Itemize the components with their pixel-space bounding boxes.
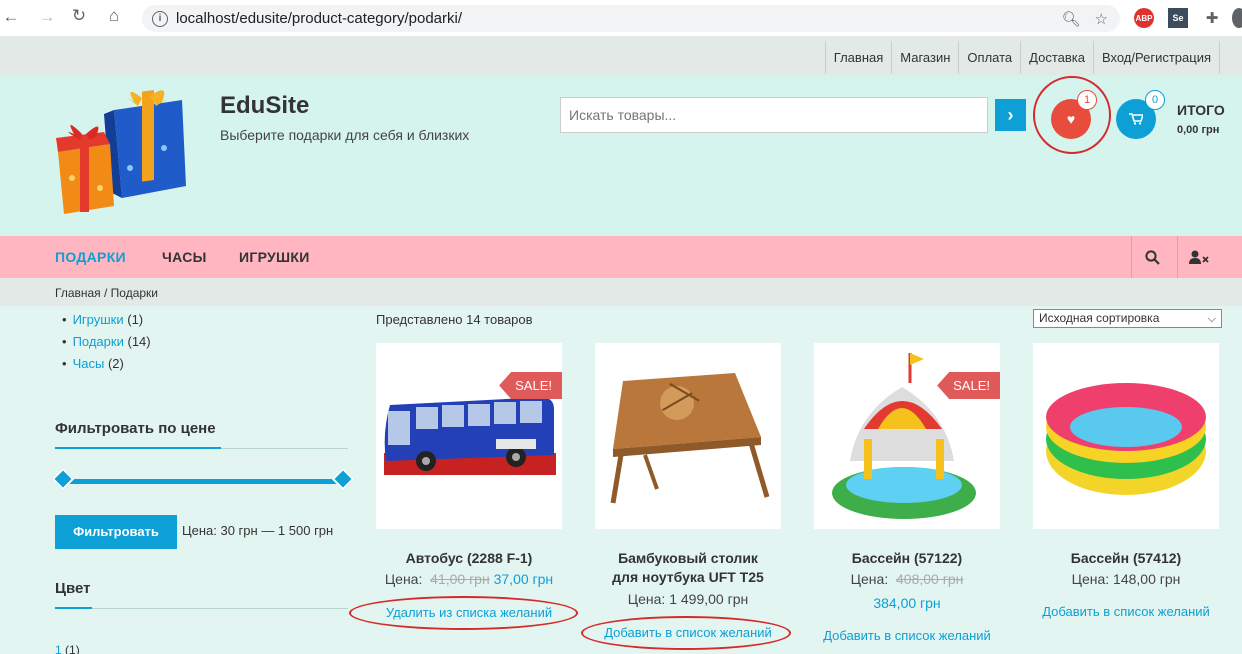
product-title[interactable]: Бассейн (57122) bbox=[797, 549, 1017, 568]
site-description: Выберите подарки для себя и близких bbox=[220, 127, 470, 143]
list-item: Часы (2) bbox=[62, 355, 151, 377]
nav-toys[interactable]: ИГРУШКИ bbox=[239, 249, 310, 265]
forward-icon[interactable]: → bbox=[36, 7, 58, 27]
address-bar[interactable]: i localhost/edusite/product-category/pod… bbox=[142, 5, 1120, 32]
product-image-bus[interactable]: SALE! bbox=[376, 343, 562, 529]
annotation-oval-add bbox=[581, 616, 791, 650]
sort-selected-value: Исходная сортировка bbox=[1039, 311, 1160, 325]
sale-price: 384,00 грн bbox=[873, 595, 941, 611]
filter-button[interactable]: Фильтровать bbox=[55, 515, 177, 549]
list-item: Игрушки (1) bbox=[62, 311, 151, 333]
product-search-input[interactable] bbox=[560, 97, 988, 133]
breadcrumb[interactable]: Главная / Подарки bbox=[55, 286, 158, 300]
price-filter-title: Фильтровать по цене bbox=[55, 420, 216, 437]
browser-toolbar: ← → ↻ ⌂ i localhost/edusite/product-cate… bbox=[0, 0, 1242, 36]
result-count: Представлено 14 товаров bbox=[376, 312, 533, 327]
product-title[interactable]: Бассейн (57412) bbox=[1016, 549, 1236, 568]
cart-total-value: 0,00 грн bbox=[1177, 124, 1220, 136]
cart-icon bbox=[1129, 113, 1145, 125]
product-price: Цена: 41,00 грн 37,00 грн bbox=[384, 571, 554, 587]
category-list: Игрушки (1) Подарки (14) Часы (2) bbox=[62, 311, 151, 377]
topnav-payment[interactable]: Оплата bbox=[958, 41, 1020, 74]
chevron-down-icon: ⌵ bbox=[1207, 313, 1216, 325]
sale-price: 37,00 грн bbox=[493, 571, 554, 587]
play-pool-image bbox=[832, 353, 976, 519]
user-remove-icon bbox=[1188, 250, 1209, 264]
current-price: 1 499,00 грн bbox=[669, 591, 749, 607]
annotation-circle-wishlist bbox=[1033, 76, 1111, 154]
nav-user-button[interactable] bbox=[1177, 236, 1219, 278]
topnav-delivery[interactable]: Доставка bbox=[1020, 41, 1093, 74]
se-extension-icon[interactable]: Se bbox=[1168, 8, 1188, 28]
home-icon[interactable]: ⌂ bbox=[103, 6, 125, 26]
title-underline bbox=[55, 607, 92, 609]
sale-badge: SALE! bbox=[499, 372, 562, 399]
top-navigation: Главная Магазин Оплата Доставка Вход/Рег… bbox=[824, 41, 1220, 74]
bamboo-table-image bbox=[610, 373, 770, 504]
cart-count-badge: 0 bbox=[1145, 90, 1165, 110]
title-underline bbox=[55, 447, 221, 449]
chevron-right-icon: › bbox=[1007, 105, 1014, 125]
add-to-wishlist-link[interactable]: Добавить в список желаний bbox=[797, 628, 1017, 643]
price-range-text: Цена: 30 грн — 1 500 грн bbox=[182, 523, 334, 538]
product-price: Цена: 408,00 грн bbox=[850, 571, 964, 587]
sale-badge: SALE! bbox=[937, 372, 1000, 399]
extensions-puzzle-icon[interactable]: ✚ bbox=[1202, 8, 1222, 28]
color-filter-title: Цвет bbox=[55, 580, 91, 597]
main-navigation: ПОДАРКИ ЧАСЫ ИГРУШКИ bbox=[0, 236, 1242, 278]
product-price: Цена: 1 499,00 грн bbox=[627, 591, 749, 607]
nav-watches[interactable]: ЧАСЫ bbox=[162, 249, 207, 265]
product-image-table[interactable] bbox=[595, 343, 781, 529]
category-link-gifts[interactable]: Подарки bbox=[73, 334, 124, 349]
annotation-oval-remove bbox=[349, 596, 578, 630]
reload-icon[interactable]: ↻ bbox=[68, 6, 90, 26]
cart-total-label: ИТОГО bbox=[1177, 102, 1225, 118]
color-filter-item: 1 (1) bbox=[55, 643, 80, 654]
price-slider-track[interactable] bbox=[62, 479, 342, 484]
price-slider-max-handle[interactable] bbox=[331, 467, 355, 491]
topnav-home[interactable]: Главная bbox=[824, 41, 891, 74]
category-link-toys[interactable]: Игрушки bbox=[73, 312, 124, 327]
bookmark-star-icon[interactable]: ☆ bbox=[1095, 10, 1108, 28]
url-text[interactable]: localhost/edusite/product-category/podar… bbox=[176, 10, 462, 27]
nav-gifts[interactable]: ПОДАРКИ bbox=[55, 249, 126, 265]
product-title[interactable]: Бамбуковый столик для ноутбука UFT T25 bbox=[578, 549, 798, 587]
nav-search-button[interactable] bbox=[1131, 236, 1173, 278]
zoom-icon[interactable]: 🔍︎ bbox=[1062, 10, 1081, 28]
search-icon bbox=[1145, 249, 1160, 265]
category-link-watches[interactable]: Часы bbox=[73, 356, 105, 371]
site-logo[interactable] bbox=[54, 88, 189, 220]
product-price: Цена: 148,00 грн bbox=[1071, 571, 1181, 587]
back-icon[interactable]: ← bbox=[0, 7, 22, 27]
product-title[interactable]: Автобус (2288 F-1) bbox=[359, 549, 579, 568]
bus-toy-image bbox=[384, 397, 556, 475]
product-image-pool-57122[interactable]: SALE! bbox=[814, 343, 1000, 529]
color-link[interactable]: 1 bbox=[55, 643, 62, 654]
old-price: 41,00 грн bbox=[430, 571, 490, 587]
search-submit-button[interactable]: › bbox=[995, 99, 1026, 131]
add-to-wishlist-link[interactable]: Добавить в список желаний bbox=[1016, 604, 1236, 619]
site-title[interactable]: EduSite bbox=[220, 92, 309, 120]
topnav-login[interactable]: Вход/Регистрация bbox=[1092, 41, 1220, 74]
site-info-icon[interactable]: i bbox=[152, 10, 168, 27]
old-price: 408,00 грн bbox=[896, 571, 964, 587]
divider bbox=[55, 608, 348, 609]
adblock-extension-icon[interactable]: ABP bbox=[1134, 8, 1154, 28]
ring-pool-image bbox=[1046, 383, 1206, 495]
breadcrumb-bar bbox=[0, 278, 1242, 306]
current-price: 148,00 грн bbox=[1113, 571, 1181, 587]
profile-avatar[interactable] bbox=[1232, 8, 1242, 28]
product-image-pool-57412[interactable] bbox=[1033, 343, 1219, 529]
topnav-shop[interactable]: Магазин bbox=[891, 41, 958, 74]
price-slider-min-handle[interactable] bbox=[51, 467, 75, 491]
list-item: Подарки (14) bbox=[62, 333, 151, 355]
sort-select[interactable]: Исходная сортировка ⌵ bbox=[1033, 309, 1222, 328]
